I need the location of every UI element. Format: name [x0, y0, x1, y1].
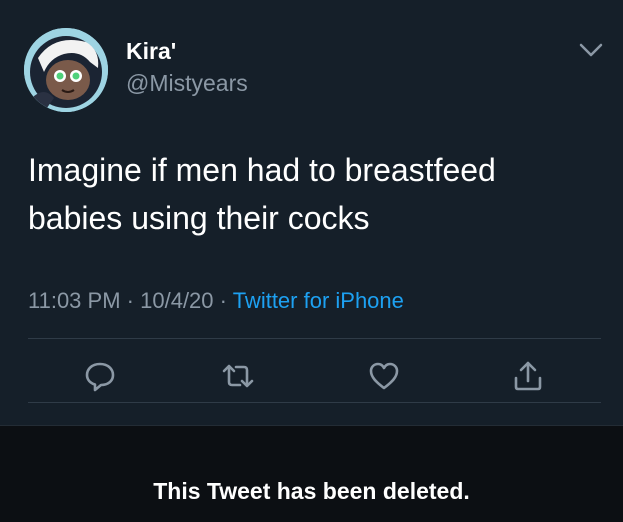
deleted-notice-banner: This Tweet has been deleted.	[0, 425, 623, 522]
tweet-source-link[interactable]: Twitter for iPhone	[233, 288, 404, 313]
display-name[interactable]: Kira'	[126, 38, 176, 65]
retweet-button[interactable]	[218, 356, 258, 396]
tweet-date[interactable]: 10/4/20	[140, 288, 213, 313]
reply-button[interactable]	[80, 356, 120, 396]
reply-icon	[85, 362, 115, 392]
tweet-meta: 11:03 PM · 10/4/20 · Twitter for iPhone	[28, 288, 404, 314]
divider	[28, 402, 601, 403]
tweet-time[interactable]: 11:03 PM	[28, 288, 121, 313]
meta-separator: ·	[219, 288, 227, 313]
avatar-image	[24, 28, 108, 112]
user-handle[interactable]: @Mistyears	[126, 70, 248, 97]
meta-separator: ·	[126, 288, 134, 313]
retweet-icon	[222, 364, 254, 388]
deleted-notice-text: This Tweet has been deleted.	[153, 478, 470, 504]
action-bar	[0, 356, 623, 396]
like-button[interactable]	[364, 356, 404, 396]
avatar[interactable]	[24, 28, 108, 112]
chevron-down-icon[interactable]	[576, 38, 606, 62]
tweet-text: Imagine if men had to breastfeed babies …	[28, 152, 496, 236]
tweet-card: Kira' @Mistyears Imagine if men had to b…	[0, 0, 623, 425]
heart-icon	[369, 362, 399, 390]
divider	[28, 338, 601, 339]
share-icon	[514, 361, 542, 391]
share-button[interactable]	[508, 356, 548, 396]
